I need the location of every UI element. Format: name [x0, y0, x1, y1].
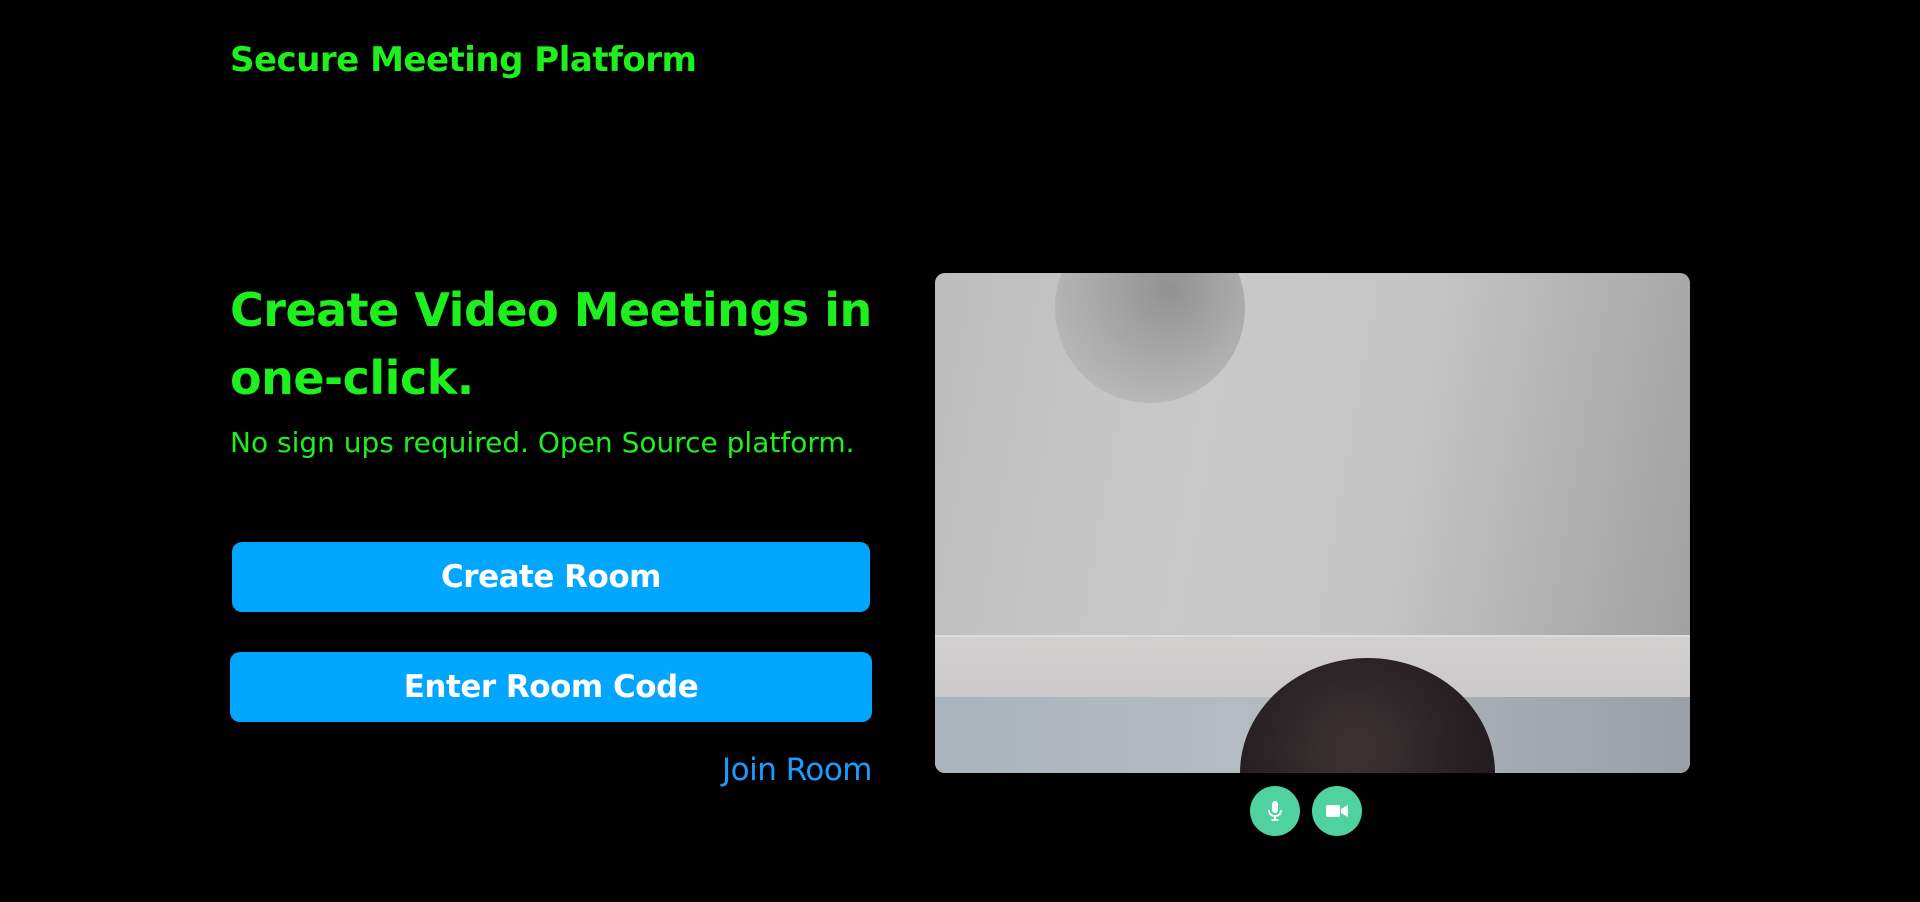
- camera-preview: [935, 273, 1690, 773]
- enter-room-code-button[interactable]: Enter Room Code: [230, 652, 872, 722]
- create-room-button[interactable]: Create Room: [232, 542, 870, 612]
- hero-headline: Create Video Meetings in one-click.: [230, 283, 872, 405]
- preview-controls: [1250, 786, 1362, 836]
- microphone-toggle-button[interactable]: [1250, 786, 1300, 836]
- video-camera-icon: [1326, 804, 1348, 818]
- join-room-link[interactable]: Join Room: [722, 752, 873, 788]
- hero-subline: No sign ups required. Open Source platfo…: [230, 426, 855, 459]
- hero-section: Create Video Meetings in one-click. No s…: [230, 276, 880, 462]
- microphone-icon: [1268, 801, 1282, 821]
- camera-toggle-button[interactable]: [1312, 786, 1362, 836]
- brand-title: Secure Meeting Platform: [230, 40, 697, 80]
- preview-shadow: [1055, 273, 1245, 403]
